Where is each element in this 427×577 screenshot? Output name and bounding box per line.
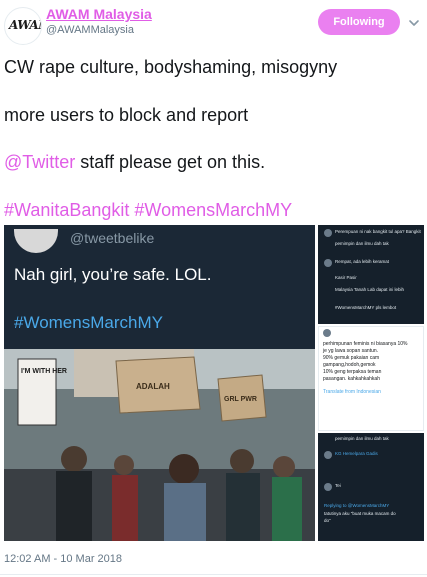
mini-text: #WomensMarchMY pls lembot bbox=[335, 305, 397, 310]
media-image-middle-right[interactable]: perhimpunan feminis ni biasanya 10% je y… bbox=[318, 326, 424, 431]
chevron-down-icon[interactable] bbox=[407, 16, 421, 30]
tweet-text-line: @Twitter staff please get on this. bbox=[4, 151, 265, 173]
mini-text: tatutinya aku "buat muka macam do bbox=[324, 511, 396, 516]
media-image-top-right[interactable]: Perempuan ni nak bangkit tul apa? Bangki… bbox=[318, 225, 424, 324]
media-image-left[interactable]: @tweetbelike Nah girl, you’re safe. LOL.… bbox=[4, 225, 315, 541]
hashtags-line: #WanitaBangkit #WomensMarchMY bbox=[4, 199, 292, 221]
embedded-hashtag: #WomensMarchMY bbox=[14, 313, 163, 332]
avatar bbox=[324, 483, 332, 491]
hashtag-link[interactable]: #WanitaBangkit bbox=[4, 200, 129, 220]
mini-text: 10% geng terpaksa teman bbox=[323, 369, 382, 375]
avatar bbox=[324, 229, 332, 237]
avatar bbox=[323, 329, 331, 337]
mini-text: je yg lawa sopan santun. bbox=[323, 348, 379, 354]
tweet-text-line: more users to block and report bbox=[4, 105, 249, 125]
mini-text: 90% gemuk pakaian cam bbox=[323, 355, 380, 361]
divider bbox=[0, 574, 427, 575]
media-image-bottom-right[interactable]: pemimpin dan ilmu dah tak KG Hemelpara G… bbox=[318, 433, 424, 541]
mini-text: Malaysia Tanah Lab dapat ini lebih bbox=[335, 287, 404, 292]
mini-text: KG Hemelpara Gadis bbox=[335, 451, 378, 456]
mini-text: pemimpin dan ilmu dah tak bbox=[335, 241, 389, 246]
sign-text: ADALAH bbox=[136, 382, 170, 391]
mini-text: Perempuan ni nak bangkit tul apa? Bangki… bbox=[335, 229, 421, 234]
sign-text: I'M WITH HER bbox=[21, 368, 67, 375]
following-button[interactable]: Following bbox=[318, 9, 400, 35]
mini-text: pemimpin dan ilmu dah tak bbox=[335, 436, 389, 441]
mini-text: do" bbox=[324, 518, 331, 523]
avatar-logo-text: AWAM bbox=[9, 18, 41, 32]
tweet-text: staff please get on this. bbox=[75, 152, 266, 172]
mini-text: Kasir Pasir bbox=[335, 275, 357, 280]
translate-link: Translate from Indonesian bbox=[323, 389, 381, 395]
sign-text: GRL PWR bbox=[224, 396, 257, 403]
tweet-media[interactable]: @tweetbelike Nah girl, you’re safe. LOL.… bbox=[4, 225, 424, 543]
avatar-logo: AWAM bbox=[8, 18, 41, 34]
avatar[interactable]: AWAM bbox=[4, 7, 42, 45]
mini-text: Replying to @WomensMarchMY bbox=[324, 503, 390, 508]
mini-text: perhimpunan feminis ni biasanya 10% bbox=[323, 341, 408, 347]
embedded-handle: @tweetbelike bbox=[70, 230, 155, 246]
mini-text: pasangan. kahkahkahkah bbox=[323, 376, 380, 382]
tweet-timestamp[interactable]: 12:02 AM - 10 Mar 2018 bbox=[4, 553, 122, 565]
tweet-header: AWAM AWAM Malaysia @AWAMMalaysia Followi… bbox=[0, 0, 427, 48]
avatar bbox=[324, 259, 332, 267]
mini-text: Rempat, ada lebih keramat bbox=[335, 259, 390, 264]
user-handle[interactable]: @AWAMMalaysia bbox=[46, 24, 134, 36]
mini-text: gampang,hodoh,gemok bbox=[323, 362, 376, 368]
avatar bbox=[324, 451, 332, 459]
tweet-text-line: CW rape culture, bodyshaming, misogyny bbox=[4, 57, 338, 77]
mention-link[interactable]: @Twitter bbox=[4, 152, 75, 172]
embedded-tweet-text: Nah girl, you’re safe. LOL. bbox=[14, 265, 212, 284]
protest-photo: I'M WITH HER ADALAH GRL PWR bbox=[4, 349, 315, 541]
mini-text: Tei bbox=[335, 483, 341, 488]
hashtag-link[interactable]: #WomensMarchMY bbox=[134, 200, 292, 220]
avatar bbox=[14, 229, 58, 253]
display-name[interactable]: AWAM Malaysia bbox=[46, 6, 152, 22]
